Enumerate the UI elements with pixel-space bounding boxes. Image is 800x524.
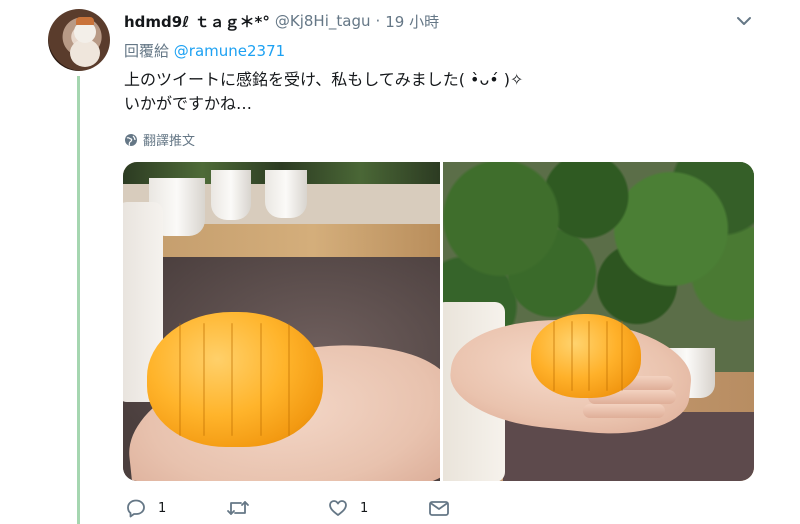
reply-count: 1 [158,500,167,516]
orange-segment-line [231,322,234,437]
chevron-down-icon[interactable] [734,12,754,30]
heart-icon [329,500,347,516]
orange-segment-line [605,320,608,392]
photo-peeled-orange-plants[interactable] [443,162,754,481]
like-count: 1 [360,500,369,516]
like-button[interactable]: 1 [328,498,368,518]
header-separator: · [375,12,381,30]
retweet-button[interactable] [226,498,262,518]
photo-peeled-orange-room[interactable] [123,162,440,481]
translate-label: 翻譯推文 [143,134,196,149]
orange-segment-line [588,320,591,392]
tweet-text-line-2: いかがですかね… [124,94,253,113]
avatar-snowman-hat [76,17,94,25]
envelope-icon [429,501,449,516]
tweet-text: 上のツイートに感銘を受け、私もしてみました( •̀ᴗ•́ )✧ いかがですかね… [124,68,523,116]
photo-finger [583,404,665,418]
avatar[interactable] [48,9,110,71]
orange-segment-line [259,322,262,437]
display-name[interactable]: hdmd9ℓ ｔａｇ＊*° [124,11,270,32]
retweet-icon [227,501,249,515]
photo-peeled-orange [531,314,641,398]
replying-to: 回覆給 @ramune2371 [124,40,285,61]
orange-segment-line [178,322,181,437]
thread-line [77,76,80,524]
tweet-timestamp[interactable]: 19 小時 [385,11,439,32]
tweet-text-line-1: 上のツイートに感銘を受け、私もしてみました( •̀ᴗ•́ )✧ [124,70,524,89]
tweet-actions: 1 1 [124,498,464,520]
replying-prefix: 回覆給 [124,42,170,60]
user-handle[interactable]: @Kj8Hi_tagu [275,12,371,30]
orange-segment-line [570,320,573,392]
reply-button[interactable]: 1 [126,498,166,518]
tweet: hdmd9ℓ ｔａｇ＊*° @Kj8Hi_tagu · 19 小時 回覆給 @r… [0,0,800,524]
photo-peeled-orange [147,312,323,447]
photo-pot [265,170,307,218]
orange-segment-line [287,322,290,437]
globe-icon [125,133,137,146]
orange-segment-line [203,322,206,437]
replying-to-mention[interactable]: @ramune2371 [174,42,285,60]
orange-segment-line [621,320,624,392]
tweet-header: hdmd9ℓ ｔａｇ＊*° @Kj8Hi_tagu · 19 小時 [124,10,439,32]
translate-tweet-link[interactable]: 翻譯推文 [124,130,195,149]
direct-message-button[interactable] [428,498,450,518]
reply-icon [127,499,145,518]
photo-pot [211,170,251,220]
tweet-media [123,162,754,481]
orange-segment-line [553,320,555,392]
avatar-snowman-body [70,39,100,67]
